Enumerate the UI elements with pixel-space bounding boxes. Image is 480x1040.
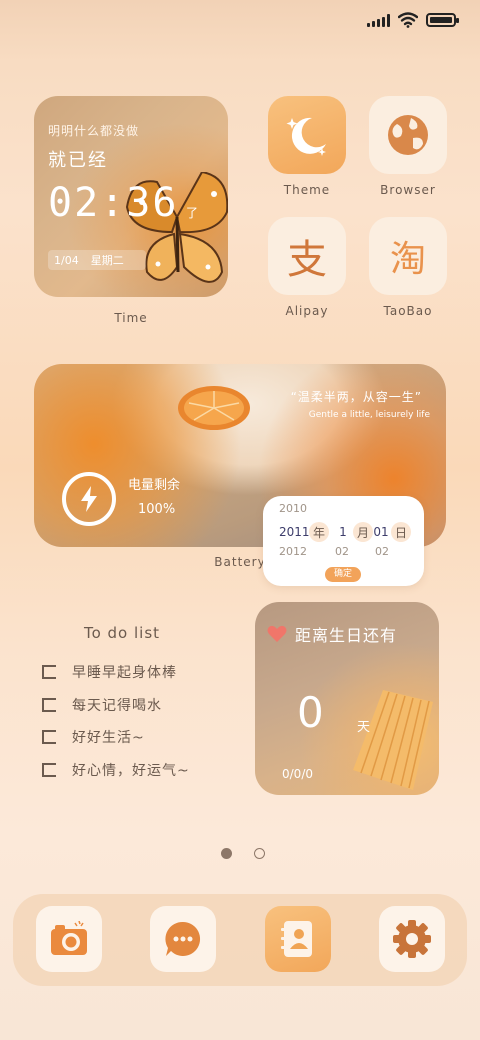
checkbox[interactable]	[42, 730, 56, 744]
taobao-icon: 淘	[389, 239, 426, 280]
birthday-widget[interactable]: 距离生日还有 0 天 0/0/0	[255, 602, 439, 795]
camera-icon	[51, 921, 87, 955]
picker-year[interactable]: 2011	[279, 525, 310, 539]
dock-messages[interactable]	[150, 906, 216, 972]
heart-icon	[267, 625, 287, 642]
todo-item[interactable]: 好好生活~	[42, 727, 145, 747]
orange-slice-image	[178, 386, 250, 430]
todo-title: To do list	[83, 624, 161, 642]
date-text: 1/04	[54, 253, 79, 267]
todo-item[interactable]: 好心情，好运气~	[42, 760, 190, 780]
date-badge: 1/04 星期二	[48, 250, 146, 270]
picker-row[interactable]: 2010	[279, 502, 414, 515]
battery-title: 电量剩余	[128, 478, 181, 493]
lamp-image	[353, 690, 433, 790]
app-label: TaoBao	[383, 304, 433, 318]
dock-camera[interactable]	[36, 906, 102, 972]
time-subtitle: 明明什么都没做	[48, 124, 140, 138]
chat-icon	[165, 921, 201, 956]
picker-row[interactable]: 2012 02 02	[279, 545, 414, 558]
clock-time: 02:36	[48, 180, 179, 226]
charge-ring	[62, 472, 116, 526]
days-unit: 天	[357, 720, 371, 735]
picker-row-selected[interactable]: 2011 年 1 月 01 日	[279, 522, 414, 542]
todo-text: 好好生活~	[72, 730, 145, 746]
todo-text: 好心情，好运气~	[72, 763, 190, 779]
month-unit: 月	[353, 522, 373, 542]
app-label: Theme	[283, 183, 331, 197]
time-suffix: 了	[186, 206, 199, 220]
battery-percent: 100%	[138, 502, 176, 517]
moon-icon	[286, 117, 326, 156]
confirm-button[interactable]: 确定	[325, 567, 361, 582]
contacts-icon	[281, 921, 312, 957]
wifi-icon	[398, 12, 418, 28]
time-widget[interactable]: 明明什么都没做 就已经 02:36 了 1/04 星期二	[34, 96, 228, 297]
year-unit: 年	[309, 522, 329, 542]
app-browser[interactable]: Browser	[369, 96, 447, 197]
picker-month[interactable]: 1	[337, 525, 349, 539]
checkbox[interactable]	[42, 665, 56, 679]
todo-text: 每天记得喝水	[72, 698, 162, 714]
lightning-icon	[81, 486, 97, 512]
dock-contacts[interactable]	[265, 906, 331, 972]
page-dot[interactable]	[254, 848, 265, 859]
picker-year[interactable]: 2010	[279, 502, 307, 515]
theme-tile[interactable]	[268, 96, 346, 174]
status-bar	[367, 12, 459, 28]
browser-tile[interactable]	[369, 96, 447, 174]
alipay-icon: 支	[287, 237, 327, 283]
taobao-tile[interactable]: 淘	[369, 217, 447, 295]
quote-text: “温柔半两，从容一生”	[290, 390, 422, 404]
globe-icon	[388, 115, 428, 155]
picker-year[interactable]: 2012	[279, 545, 335, 558]
app-alipay[interactable]: 支 Alipay	[268, 217, 346, 318]
checkbox[interactable]	[42, 763, 56, 777]
picker-day[interactable]: 01	[373, 525, 389, 539]
alipay-tile[interactable]: 支	[268, 217, 346, 295]
todo-item[interactable]: 每天记得喝水	[42, 695, 162, 715]
days-count: 0	[297, 688, 324, 737]
picker-month[interactable]: 02	[335, 545, 375, 558]
quote-english: Gentle a little, leisurely life	[308, 410, 430, 420]
day-unit: 日	[391, 522, 411, 542]
todo-item[interactable]: 早睡早起身体棒	[42, 662, 177, 682]
dock-settings[interactable]	[379, 906, 445, 972]
page-dot-active[interactable]	[221, 848, 232, 859]
birthday-date: 0/0/0	[282, 767, 313, 781]
weekday-text: 星期二	[90, 254, 124, 267]
app-label: Browser	[380, 183, 436, 197]
todo-text: 早睡早起身体棒	[72, 665, 177, 681]
time-headline: 就已经	[48, 150, 108, 171]
birthday-title: 距离生日还有	[295, 626, 398, 645]
signal-icon	[367, 13, 390, 27]
gear-icon	[393, 920, 431, 958]
app-label: Alipay	[285, 304, 329, 318]
picker-day[interactable]: 02	[375, 545, 389, 558]
app-taobao[interactable]: 淘 TaoBao	[369, 217, 447, 318]
date-picker[interactable]: 2010 2011 年 1 月 01 日 2012 02 02 确定	[263, 496, 424, 586]
app-theme[interactable]: Theme	[268, 96, 346, 197]
checkbox[interactable]	[42, 698, 56, 712]
birthday-header: 距离生日还有	[267, 622, 397, 646]
dock	[13, 894, 467, 986]
time-widget-label: Time	[114, 311, 148, 325]
page-indicator[interactable]	[221, 848, 265, 859]
battery-icon	[426, 13, 459, 27]
